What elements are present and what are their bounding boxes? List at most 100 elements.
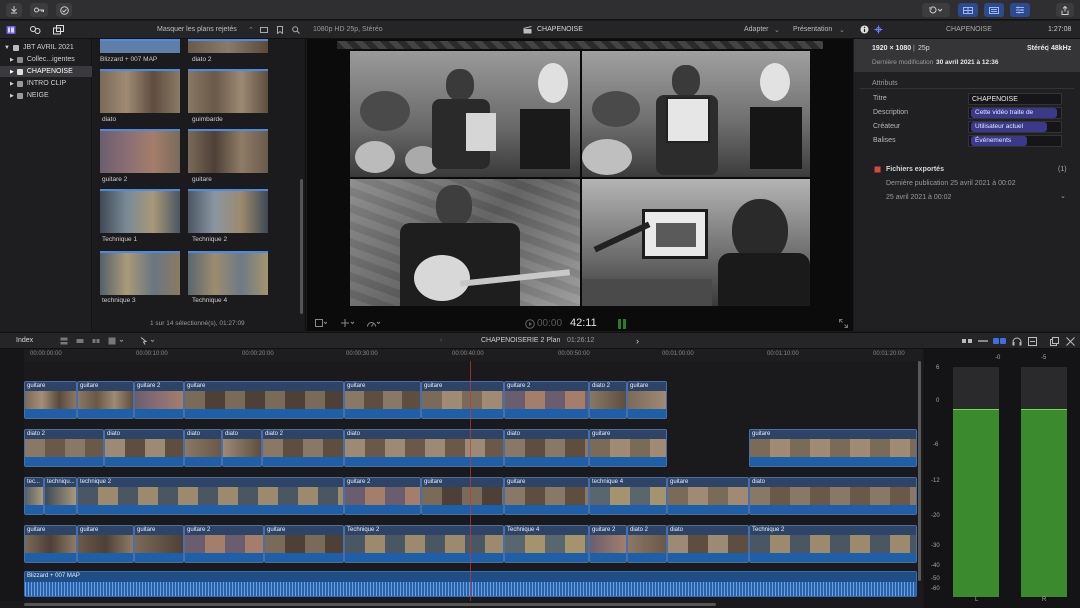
timeline-clip[interactable]: diato bbox=[749, 477, 917, 515]
library-item[interactable]: ▼ JBT AVRIL 2021 bbox=[0, 42, 92, 53]
timeline-clip[interactable]: diato bbox=[184, 429, 222, 467]
timeline-clip[interactable]: diato 2 bbox=[627, 525, 667, 563]
select-tool-icon[interactable] bbox=[140, 337, 158, 345]
playhead[interactable] bbox=[470, 361, 471, 601]
nav-forward-icon[interactable]: › bbox=[636, 336, 639, 346]
presentation-menu[interactable]: Présentation bbox=[793, 26, 832, 33]
timeline-clip[interactable]: diato bbox=[222, 429, 262, 467]
clip-thumbnail[interactable] bbox=[188, 251, 268, 295]
connect-clip-icon[interactable] bbox=[60, 337, 68, 345]
description-field[interactable]: Cette vidéo traite de bbox=[968, 107, 1062, 119]
transform-tool-icon[interactable] bbox=[341, 319, 355, 327]
timeline-clip[interactable]: technique 2 bbox=[77, 477, 344, 515]
filter-menu[interactable]: Masquer les plans rejetés bbox=[157, 26, 237, 33]
clip-thumbnail[interactable] bbox=[100, 251, 180, 295]
disclosure-right-icon[interactable]: ▶ bbox=[10, 93, 14, 99]
import-button[interactable] bbox=[6, 3, 22, 17]
clip-thumbnail[interactable] bbox=[188, 39, 268, 53]
timeline-clip[interactable]: Technique 2 bbox=[749, 525, 917, 563]
timeline-clip[interactable]: guitare bbox=[421, 477, 504, 515]
disclosure-right-icon[interactable]: ▶ bbox=[10, 57, 14, 63]
headphones-icon[interactable] bbox=[1012, 337, 1022, 346]
timeline-clip[interactable]: guitare 2 bbox=[134, 381, 184, 419]
tag-icon[interactable] bbox=[277, 26, 283, 34]
timeline-clip[interactable]: guitare 2 bbox=[344, 477, 421, 515]
disclosure-right-icon[interactable]: ▶ bbox=[10, 81, 14, 87]
snapping-icon[interactable] bbox=[1028, 337, 1037, 346]
photos-audio-icon[interactable] bbox=[30, 25, 41, 35]
scroll-thumb[interactable] bbox=[24, 603, 716, 606]
timeline-clip[interactable]: techniqu... bbox=[44, 477, 77, 515]
browser-layout-button[interactable] bbox=[958, 3, 978, 17]
libraries-icon[interactable] bbox=[6, 25, 16, 35]
timeline-clip[interactable]: diato bbox=[504, 429, 589, 467]
info-icon[interactable] bbox=[860, 25, 869, 34]
effects-browser-icon[interactable] bbox=[1050, 337, 1059, 346]
timeline-clip[interactable]: guitare 2 bbox=[184, 525, 264, 563]
index-button[interactable]: Index bbox=[16, 337, 33, 344]
title-field[interactable]: CHAPENOISE bbox=[968, 93, 1062, 105]
inspector-layout-button[interactable] bbox=[1010, 3, 1030, 17]
timeline-clip[interactable]: guitare bbox=[24, 525, 77, 563]
publish-entry[interactable]: 25 avril 2021 à 00:02 bbox=[886, 194, 951, 201]
keywords-button[interactable] bbox=[30, 3, 48, 17]
nav-back-icon[interactable]: ‹ bbox=[440, 337, 442, 344]
browser-scrollbar[interactable] bbox=[300, 179, 303, 314]
timeline-clip[interactable]: guitare bbox=[589, 429, 667, 467]
timeline-clip[interactable]: guitare bbox=[77, 381, 134, 419]
timeline-vertical-scrollbar[interactable] bbox=[918, 361, 921, 581]
insert-clip-icon[interactable] bbox=[76, 337, 84, 345]
creator-field[interactable]: Utilisateur actuel bbox=[968, 121, 1062, 133]
transitions-browser-icon[interactable] bbox=[1066, 337, 1075, 346]
clip-thumbnail[interactable] bbox=[188, 69, 268, 113]
library-item[interactable]: ▶ Collec...igentes bbox=[0, 54, 92, 65]
library-item[interactable]: ▶ CHAPENOISE bbox=[0, 66, 92, 77]
timeline-clip[interactable]: guitare bbox=[134, 525, 184, 563]
timeline-clip[interactable]: guitare bbox=[421, 381, 504, 419]
rotate-menu-button[interactable] bbox=[922, 3, 950, 17]
presentation-chevron-icon[interactable]: ⌄ bbox=[839, 26, 845, 34]
timeline-layout-button[interactable] bbox=[984, 3, 1004, 17]
library-item[interactable]: ▶ INTRO CLIP bbox=[0, 78, 92, 89]
timeline-clip[interactable]: diato 2 bbox=[262, 429, 344, 467]
timeline-clip[interactable]: guitare bbox=[627, 381, 667, 419]
view-options-icon[interactable] bbox=[315, 319, 327, 327]
timeline-clip[interactable]: diato 2 bbox=[24, 429, 104, 467]
share-settings-icon[interactable] bbox=[874, 25, 883, 34]
timeline-clip[interactable]: guitare bbox=[24, 381, 77, 419]
disclosure-down-icon[interactable]: ▼ bbox=[4, 45, 10, 51]
search-icon[interactable] bbox=[292, 26, 300, 34]
clip-thumbnail[interactable] bbox=[100, 189, 180, 233]
timeline-clip[interactable]: diato 2 bbox=[589, 381, 627, 419]
fullscreen-icon[interactable] bbox=[839, 319, 848, 328]
skimming-icon[interactable] bbox=[978, 338, 988, 344]
timeline-clip[interactable]: guitare 2 bbox=[589, 525, 627, 563]
timeline[interactable]: guitare guitare guitare 2 guitare guitar… bbox=[24, 361, 922, 601]
overwrite-clip-icon[interactable] bbox=[108, 337, 126, 345]
clip-thumbnail[interactable] bbox=[100, 69, 180, 113]
speed-tool-icon[interactable] bbox=[367, 319, 381, 327]
timeline-clip[interactable]: diato bbox=[667, 525, 749, 563]
timeline-clip[interactable]: guitare bbox=[749, 429, 917, 467]
timeline-clip[interactable]: guitare bbox=[667, 477, 749, 515]
filter-chevron-icon[interactable]: ⌃ bbox=[248, 26, 254, 34]
film-icon[interactable] bbox=[260, 27, 268, 33]
library-item[interactable]: ▶ NEIGE bbox=[0, 90, 92, 101]
timeline-clip[interactable]: Technique 4 bbox=[504, 525, 589, 563]
tags-field[interactable]: Événements bbox=[968, 135, 1062, 147]
timeline-ruler[interactable]: 00:00:00:00 00:00:10:00 00:00:20:00 00:0… bbox=[24, 349, 922, 361]
timeline-clip[interactable]: technique 4 bbox=[589, 477, 667, 515]
timeline-clip[interactable]: guitare bbox=[504, 477, 589, 515]
clip-thumbnail[interactable] bbox=[188, 129, 268, 173]
background-tasks-button[interactable] bbox=[56, 3, 72, 17]
timeline-horizontal-scrollbar[interactable] bbox=[24, 601, 922, 608]
adapt-menu[interactable]: Adapter bbox=[744, 26, 769, 33]
adapt-chevron-icon[interactable]: ⌄ bbox=[774, 26, 780, 34]
timeline-clip[interactable]: guitare bbox=[77, 525, 134, 563]
clip-appearance-icon[interactable] bbox=[962, 338, 972, 344]
clip-thumbnail[interactable] bbox=[188, 189, 268, 233]
expand-chevron-icon[interactable]: ⌄ bbox=[1060, 192, 1066, 200]
timeline-clip[interactable]: guitare bbox=[264, 525, 344, 563]
timeline-clip[interactable]: Technique 2 bbox=[344, 525, 504, 563]
share-button[interactable] bbox=[1056, 3, 1074, 17]
